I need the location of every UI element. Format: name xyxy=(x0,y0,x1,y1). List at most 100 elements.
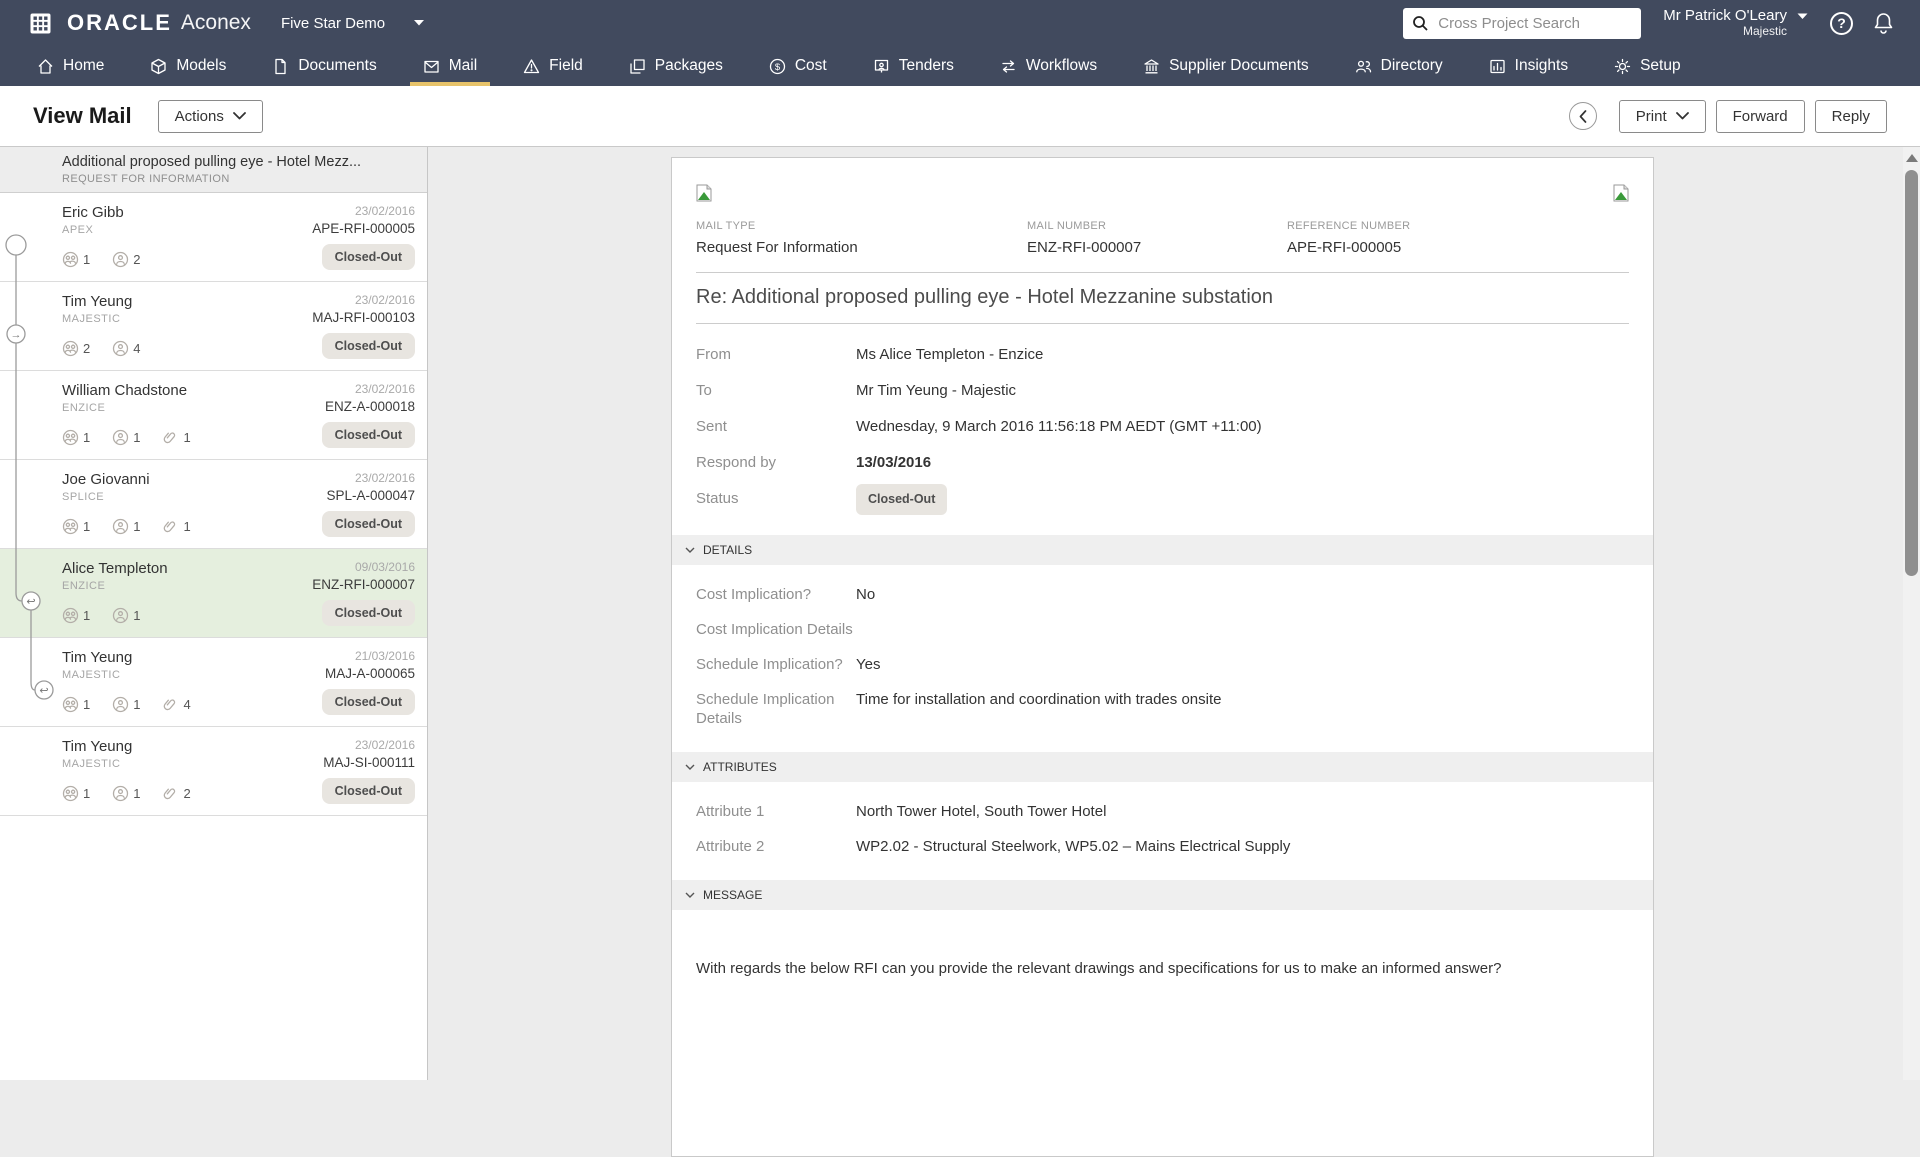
mail-date: 23/02/2016 xyxy=(323,738,415,752)
nav-label: Models xyxy=(176,57,226,75)
top-bar: ORACLE Aconex Five Star Demo Mr Patrick … xyxy=(0,0,1920,86)
back-button[interactable] xyxy=(1569,102,1597,130)
cost-implication-value: No xyxy=(856,585,875,604)
person-icon xyxy=(112,251,129,268)
sent-label: Sent xyxy=(696,417,856,436)
mail-date: 23/02/2016 xyxy=(326,471,415,485)
nav-item-home[interactable]: Home xyxy=(37,46,104,86)
workflows-icon xyxy=(1000,58,1017,75)
nav-item-models[interactable]: Models xyxy=(150,46,226,86)
message-section-header[interactable]: MESSAGE xyxy=(672,880,1653,910)
nav-item-packages[interactable]: Packages xyxy=(629,46,723,86)
mail-thread-item-1[interactable]: Eric Gibb APEX 23/02/2016 APE-RFI-000005… xyxy=(0,193,427,282)
nav-label: Home xyxy=(63,57,104,75)
user-menu[interactable]: Mr Patrick O'Leary Majestic xyxy=(1663,7,1808,38)
mail-type-value: Request For Information xyxy=(696,239,1027,256)
nav-item-field[interactable]: Field xyxy=(523,46,583,86)
home-icon xyxy=(37,58,54,75)
vertical-scrollbar[interactable] xyxy=(1903,147,1920,1080)
scrollbar-up-arrow[interactable] xyxy=(1906,154,1918,162)
actions-label: Actions xyxy=(175,108,224,125)
nav-label: Directory xyxy=(1381,57,1443,75)
paperclip-icon xyxy=(162,696,179,713)
group-recipients-count: 1 xyxy=(62,607,90,624)
content-area: Additional proposed pulling eye - Hotel … xyxy=(0,147,1920,1080)
nav-item-documents[interactable]: Documents xyxy=(272,46,376,86)
mail-thread-item-2[interactable]: Tim Yeung MAJESTIC 23/02/2016 MAJ-RFI-00… xyxy=(0,282,427,371)
mail-number: SPL-A-000047 xyxy=(326,488,415,503)
mail-thread-item-5-selected[interactable]: Alice Templeton ENZICE 09/03/2016 ENZ-RF… xyxy=(0,549,427,638)
nav-item-cost[interactable]: $ Cost xyxy=(769,46,827,86)
attachments-count: 4 xyxy=(162,696,190,713)
nav-item-supplier-documents[interactable]: Supplier Documents xyxy=(1143,46,1309,86)
actions-button[interactable]: Actions xyxy=(158,100,263,133)
nav-item-setup[interactable]: Setup xyxy=(1614,46,1681,86)
packages-icon xyxy=(629,58,646,75)
product-name: Aconex xyxy=(181,11,251,35)
reference-number-value: APE-RFI-000005 xyxy=(1287,239,1629,256)
mail-number: ENZ-RFI-000007 xyxy=(312,577,415,592)
project-selector[interactable]: Five Star Demo xyxy=(281,15,425,32)
forward-label: Forward xyxy=(1733,108,1788,125)
cross-project-search[interactable] xyxy=(1403,8,1641,39)
help-button[interactable]: ? xyxy=(1830,12,1853,35)
nav-label: Cost xyxy=(795,57,827,75)
mail-date: 23/02/2016 xyxy=(325,382,415,396)
nav-label: Packages xyxy=(655,57,723,75)
person-icon xyxy=(112,518,129,535)
chevron-down-icon xyxy=(685,547,695,553)
person-icon xyxy=(112,607,129,624)
nav-label: Workflows xyxy=(1026,57,1097,75)
mail-date: 23/02/2016 xyxy=(312,204,415,218)
chevron-down-icon xyxy=(685,892,695,898)
attributes-section: Attribute 1 North Tower Hotel, South Tow… xyxy=(696,802,1629,856)
print-button[interactable]: Print xyxy=(1619,100,1706,133)
document-icon xyxy=(272,58,289,75)
status-badge: Closed-Out xyxy=(856,484,947,515)
status-label: Status xyxy=(696,489,856,515)
person-recipients-count: 1 xyxy=(112,607,140,624)
nav-item-workflows[interactable]: Workflows xyxy=(1000,46,1097,86)
mail-number: MAJ-A-000065 xyxy=(325,666,415,681)
mail-number-value: ENZ-RFI-000007 xyxy=(1027,239,1287,256)
nav-item-directory[interactable]: Directory xyxy=(1355,46,1443,86)
person-recipients-count: 4 xyxy=(112,340,140,357)
notifications-bell-icon[interactable] xyxy=(1873,12,1894,35)
nav-label: Insights xyxy=(1515,57,1568,75)
chevron-down-icon xyxy=(413,19,425,27)
forward-button[interactable]: Forward xyxy=(1716,100,1805,133)
paperclip-icon xyxy=(162,785,179,802)
mail-thread-item-6[interactable]: Tim Yeung MAJESTIC 21/03/2016 MAJ-A-0000… xyxy=(0,638,427,727)
to-value: Mr Tim Yeung - Majestic xyxy=(856,381,1016,400)
nav-item-tenders[interactable]: Tenders xyxy=(873,46,954,86)
oracle-logo: ORACLE xyxy=(67,10,172,36)
chevron-left-icon xyxy=(1579,110,1587,123)
app-launcher-icon[interactable] xyxy=(30,13,51,34)
status-badge: Closed-Out xyxy=(322,422,415,448)
mail-thread-item-3[interactable]: William Chadstone ENZICE 23/02/2016 ENZ-… xyxy=(0,371,427,460)
status-badge: Closed-Out xyxy=(322,778,415,804)
thread-title: Additional proposed pulling eye - Hotel … xyxy=(62,154,415,170)
mail-detail-panel: MAIL TYPE Request For Information MAIL N… xyxy=(671,157,1654,1157)
mail-number: MAJ-RFI-000103 xyxy=(312,310,415,325)
attributes-section-header[interactable]: ATTRIBUTES xyxy=(672,752,1653,782)
group-icon xyxy=(62,429,79,446)
scrollbar-thumb[interactable] xyxy=(1905,170,1918,576)
message-section-label: MESSAGE xyxy=(703,888,762,902)
person-recipients-count: 2 xyxy=(112,251,140,268)
status-badge: Closed-Out xyxy=(322,244,415,270)
mail-thread-item-4[interactable]: Joe Giovanni SPLICE 23/02/2016 SPL-A-000… xyxy=(0,460,427,549)
mail-date: 23/02/2016 xyxy=(312,293,415,307)
mail-envelope-icon xyxy=(423,58,440,75)
attribute2-label: Attribute 2 xyxy=(696,837,856,856)
mail-number: APE-RFI-000005 xyxy=(312,221,415,236)
schedule-implication-details-value: Time for installation and coordination w… xyxy=(856,690,1221,728)
reply-button[interactable]: Reply xyxy=(1815,100,1887,133)
respond-by-label: Respond by xyxy=(696,453,856,472)
person-icon xyxy=(112,429,129,446)
nav-item-mail[interactable]: Mail xyxy=(423,46,477,86)
nav-item-insights[interactable]: Insights xyxy=(1489,46,1568,86)
details-section-header[interactable]: DETAILS xyxy=(672,535,1653,565)
mail-thread-item-7[interactable]: Tim Yeung MAJESTIC 23/02/2016 MAJ-SI-000… xyxy=(0,727,427,816)
search-input[interactable] xyxy=(1436,14,1621,33)
